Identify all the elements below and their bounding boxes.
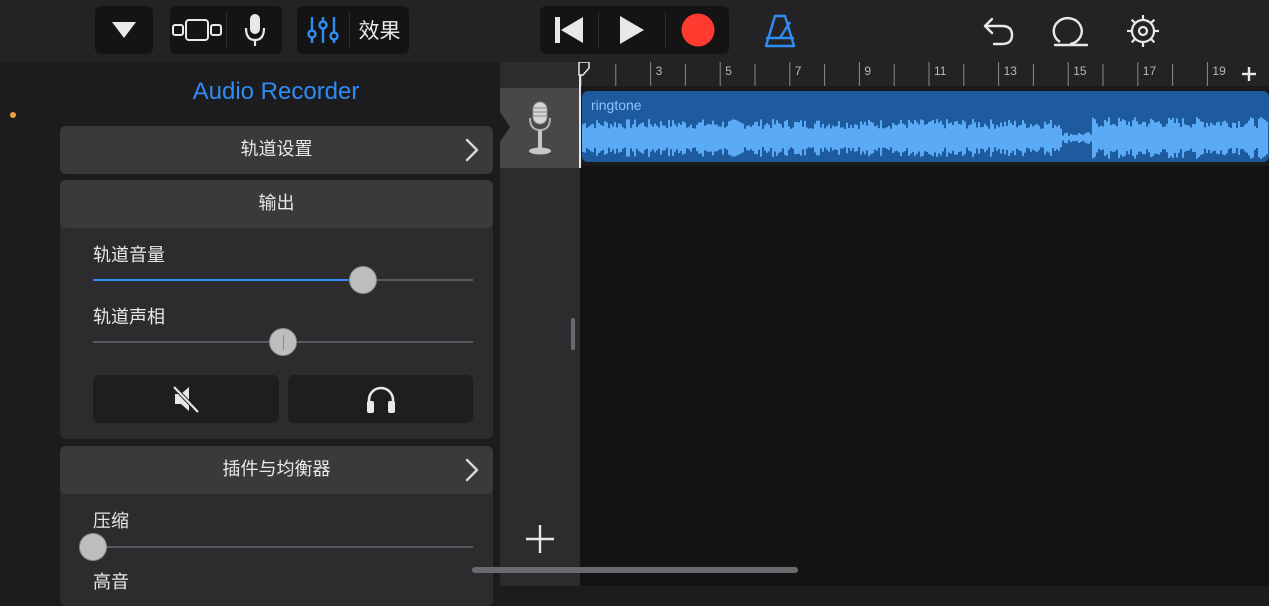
- treble-label: 高音: [93, 572, 129, 593]
- status-dot: [10, 112, 16, 118]
- ruler-ticks: 3 5 7 9 11 13 15 17 19: [580, 62, 1243, 86]
- ruler-label: 5: [725, 64, 732, 78]
- record-button[interactable]: [666, 6, 729, 54]
- chevron-right-icon: [465, 458, 479, 482]
- microphone-icon: [244, 14, 265, 46]
- track-settings-row[interactable]: 轨道设置: [60, 126, 493, 174]
- mixer-button[interactable]: [297, 6, 349, 54]
- chevron-right-icon: [465, 138, 479, 162]
- track-volume-knob[interactable]: [348, 266, 377, 294]
- track-pan-knob[interactable]: [269, 328, 297, 356]
- add-track-button[interactable]: [520, 516, 560, 562]
- tracks-view-icon: [172, 19, 222, 41]
- triangle-down-icon: [112, 22, 136, 38]
- compression-slider[interactable]: [93, 546, 473, 548]
- region-name: ringtone: [591, 97, 642, 113]
- track-volume-label: 轨道音量: [93, 245, 165, 266]
- output-header: 输出: [60, 180, 493, 228]
- panel-title: Audio Recorder: [192, 78, 360, 105]
- plugins-eq-row[interactable]: 插件与均衡器: [60, 446, 493, 494]
- ruler-label: 3: [656, 64, 663, 78]
- speaker-muted-icon: [172, 385, 200, 414]
- track-volume-slider[interactable]: [93, 279, 473, 281]
- mixer-sliders-icon: [307, 17, 339, 43]
- mute-button[interactable]: [93, 375, 279, 423]
- output-header-label: 输出: [258, 193, 295, 214]
- track-volume-fill: [93, 279, 363, 281]
- browser-button[interactable]: [95, 6, 153, 54]
- ruler-label: 19: [1212, 64, 1226, 78]
- output-section: 输出 轨道音量 轨道声相: [60, 180, 493, 439]
- audio-region[interactable]: ringtone: [582, 91, 1269, 162]
- plus-icon: [526, 525, 554, 553]
- track-pan-label: 轨道声相: [93, 307, 165, 328]
- home-indicator: [472, 567, 798, 573]
- mixer-effects-group: 效果: [297, 6, 409, 54]
- tracks-view-button[interactable]: [170, 6, 226, 54]
- undo-icon: [983, 17, 1014, 46]
- track-selected-indicator: [500, 112, 510, 142]
- undo-button[interactable]: [978, 12, 1018, 50]
- record-icon: [681, 13, 714, 47]
- ruler-label: 9: [864, 64, 871, 78]
- headphones-icon: [366, 386, 395, 413]
- settings-button[interactable]: [1123, 12, 1163, 50]
- effects-button[interactable]: 效果: [350, 6, 409, 54]
- metronome-button[interactable]: [760, 12, 800, 50]
- ruler-label: 7: [795, 64, 802, 78]
- compression-knob[interactable]: [79, 533, 107, 561]
- play-icon: [620, 16, 644, 44]
- ruler-label: 15: [1073, 64, 1087, 78]
- solo-button[interactable]: [288, 375, 473, 423]
- track-controls-panel: Audio Recorder 轨道设置 输出 轨道音量 轨道声相 插件与均衡器 …: [0, 62, 500, 606]
- ruler-label: 13: [1004, 64, 1018, 78]
- microphone-icon: [529, 101, 551, 155]
- compression-label: 压缩: [93, 511, 129, 532]
- skip-back-icon: [555, 17, 583, 43]
- plugins-section: 插件与均衡器 压缩 高音: [60, 446, 493, 606]
- gear-icon: [1127, 15, 1159, 47]
- view-mic-group: [170, 6, 282, 54]
- ruler-label: 11: [934, 64, 947, 78]
- loop-icon: [1052, 17, 1089, 47]
- plugins-eq-label: 插件与均衡器: [222, 459, 331, 480]
- track-header-audio-recorder[interactable]: [500, 88, 580, 168]
- loop-button[interactable]: [1049, 12, 1091, 50]
- go-to-start-button[interactable]: [540, 6, 598, 54]
- play-button[interactable]: [599, 6, 665, 54]
- playhead-handle[interactable]: [577, 62, 591, 76]
- playhead[interactable]: [579, 62, 581, 168]
- mic-button[interactable]: [227, 6, 282, 54]
- ruler-label: 17: [1143, 64, 1157, 78]
- add-section-button[interactable]: [1236, 62, 1262, 86]
- timeline-ruler[interactable]: 3 5 7 9 11 13 15 17 19: [580, 62, 1269, 86]
- track-header-column: [500, 62, 580, 586]
- toolbar: 效果: [0, 0, 1269, 62]
- waveform: [582, 117, 1268, 159]
- browser-button-group: [95, 6, 153, 54]
- effects-label: 效果: [358, 19, 401, 43]
- transport-group: [540, 6, 729, 54]
- track-settings-label: 轨道设置: [240, 139, 313, 160]
- plus-icon: [1242, 67, 1256, 81]
- metronome-icon: [764, 14, 796, 48]
- panel-resize-handle[interactable]: [571, 318, 575, 350]
